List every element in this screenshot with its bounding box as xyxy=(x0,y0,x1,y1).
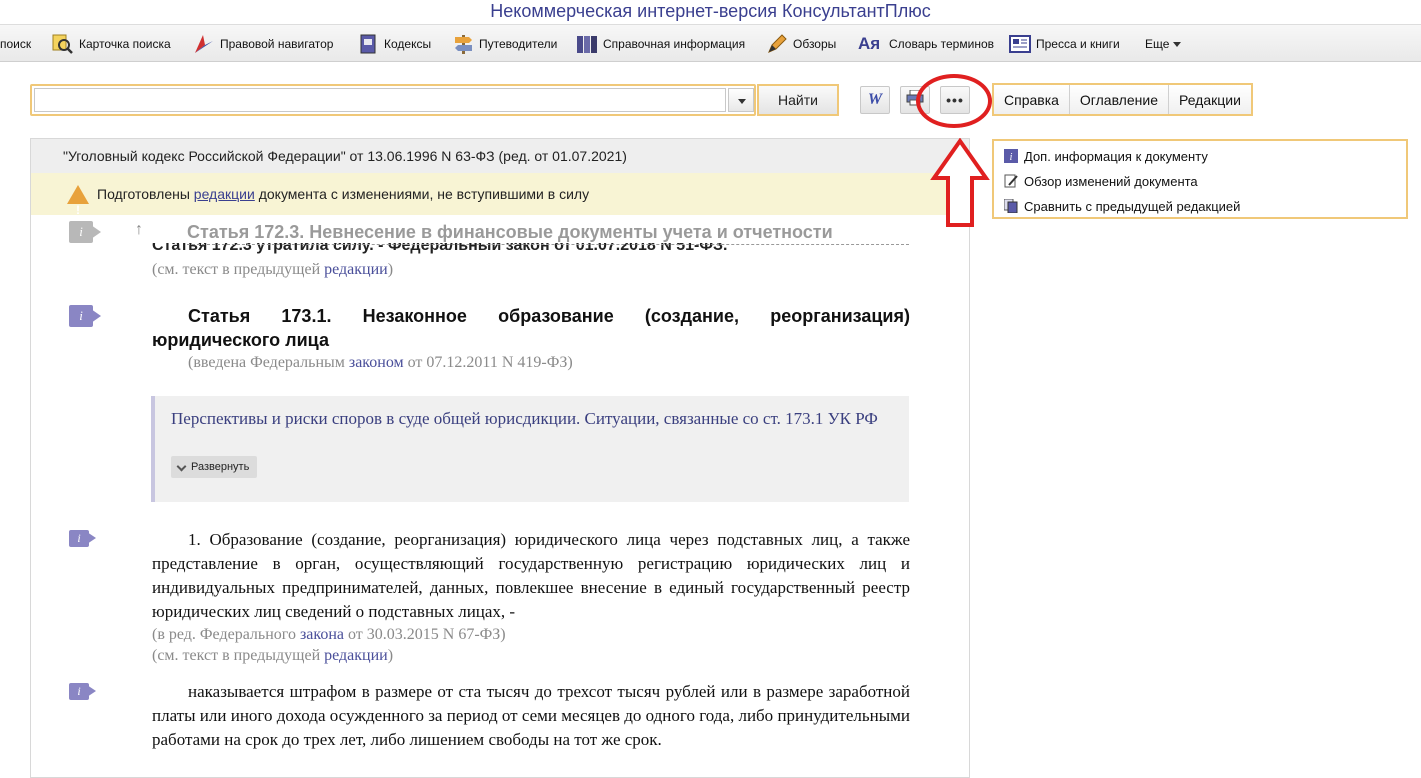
dictionary-icon: Aя xyxy=(858,34,881,53)
info-icon: i xyxy=(1004,149,1018,163)
toolbar-item-label: Еще xyxy=(1145,37,1170,51)
toolbar-item-guides[interactable]: Путеводители xyxy=(452,31,557,57)
see-previous-note-1: (см. текст в предыдущей редакции) xyxy=(152,259,910,280)
toolbar-item-label: Путеводители xyxy=(479,37,558,51)
find-button[interactable]: Найти xyxy=(757,84,839,116)
expand-label: Развернуть xyxy=(191,461,250,473)
reference-books-icon xyxy=(576,33,598,55)
app-title: Некоммерческая интернет-версия Консульта… xyxy=(0,0,1421,22)
toolbar-item-dictionary[interactable]: Aя Словарь терминов xyxy=(858,31,994,57)
document-header: "Уголовный кодекс Российской Федерации" … xyxy=(31,139,969,173)
search-history-dropdown[interactable] xyxy=(728,88,754,112)
more-actions-menu: i Доп. информация к документу Обзор изме… xyxy=(992,139,1408,219)
compare-docs-icon xyxy=(1003,198,1018,214)
codex-book-icon xyxy=(357,33,379,55)
document-view[interactable]: "Уголовный кодекс Российской Федерации" … xyxy=(30,138,970,778)
amending-law-link[interactable]: закона xyxy=(300,626,344,643)
note-text: ) xyxy=(387,647,394,664)
menu-item-label: Доп. информация к документу xyxy=(1024,148,1208,164)
chevron-down-icon xyxy=(177,462,187,472)
annotation-arrow-icon xyxy=(930,138,990,227)
note-text: от 07.12.2011 N 419-ФЗ) xyxy=(403,354,573,371)
note-text: (введена Федеральным xyxy=(188,354,349,371)
toolbar-item-label: поиск xyxy=(0,37,32,51)
toolbar-item-label: Справочная информация xyxy=(603,37,746,51)
toolbar-item-press[interactable]: Пресса и книги xyxy=(1009,31,1120,57)
note-text: от 30.03.2015 N 67-ФЗ) xyxy=(343,626,506,643)
info-marker-article[interactable]: i xyxy=(69,305,101,327)
note-text: (см. текст в предыдущей xyxy=(152,261,325,278)
document-tabs: Справка Оглавление Редакции xyxy=(992,83,1253,116)
toolbar-item-label: Карточка поиска xyxy=(79,37,171,51)
previous-edition-link[interactable]: редакции xyxy=(324,647,388,664)
editions-warning: Подготовлены редакции документа с измене… xyxy=(31,173,969,231)
commentary-link[interactable]: Перспективы и риски споров в суде общей … xyxy=(171,408,893,430)
previous-edition-link[interactable]: редакции xyxy=(324,261,388,278)
paragraph-1: 1. Образование (создание, реорганизация)… xyxy=(152,530,910,621)
scroll-up-arrow-icon[interactable]: ↑ xyxy=(135,221,143,239)
navigator-icon xyxy=(193,33,215,55)
tab-help[interactable]: Справка xyxy=(994,85,1070,114)
toolbar-item-reference[interactable]: Справочная информация xyxy=(576,31,745,57)
warning-text-before: Подготовлены xyxy=(97,186,194,202)
pen-icon xyxy=(766,33,788,55)
toolbar-item-search-card[interactable]: Карточка поиска xyxy=(52,31,171,57)
toolbar-item-search[interactable]: поиск xyxy=(0,31,31,57)
warning-editions-link[interactable]: редакции xyxy=(194,186,255,202)
paragraph-2: наказывается штрафом в размере от ста ты… xyxy=(152,682,910,749)
see-previous-note-2: (см. текст в предыдущей редакции) xyxy=(152,645,910,666)
magnifier-card-icon xyxy=(52,33,74,55)
menu-item-label: Сравнить с предыдущей редакцией xyxy=(1024,198,1241,214)
edit-doc-icon xyxy=(1004,174,1018,188)
menu-item-label: Обзор изменений документа xyxy=(1024,173,1198,189)
toolbar-item-label: Словарь терминов xyxy=(889,37,994,51)
info-marker-paragraph-1[interactable]: i xyxy=(69,530,99,552)
menu-item-compare-edition[interactable]: Сравнить с предыдущей редакцией xyxy=(1003,196,1241,216)
main-toolbar: поиск Карточка поиска Правовой навигатор… xyxy=(0,24,1421,62)
chevron-down-icon xyxy=(1173,41,1182,47)
warning-text-after: документа с изменениями, не вступившими … xyxy=(254,186,590,202)
tab-contents[interactable]: Оглавление xyxy=(1069,85,1169,114)
word-icon: W xyxy=(867,91,883,108)
commentary-block: Перспективы и риски споров в суде общей … xyxy=(151,396,909,502)
tab-editions[interactable]: Редакции xyxy=(1168,85,1251,114)
note-text: (в ред. Федерального xyxy=(152,626,300,643)
warning-icon xyxy=(67,185,89,231)
menu-item-changes-review[interactable]: Обзор изменений документа xyxy=(1004,171,1198,191)
menu-item-doc-info[interactable]: i Доп. информация к документу xyxy=(1004,146,1208,166)
expand-button[interactable]: Развернуть xyxy=(171,456,258,478)
amended-note: (в ред. Федерального закона от 30.03.201… xyxy=(152,624,910,645)
info-marker-paragraph-2[interactable]: i xyxy=(69,683,99,705)
law-link[interactable]: законом xyxy=(349,354,404,371)
toolbar-item-reviews[interactable]: Обзоры xyxy=(766,31,836,57)
export-word-button[interactable]: W xyxy=(860,86,890,114)
annotation-circle xyxy=(916,74,992,128)
info-marker-sticky[interactable]: i xyxy=(69,221,101,243)
toolbar-item-label: Обзоры xyxy=(793,37,837,51)
toolbar-item-label: Кодексы xyxy=(384,37,432,51)
introduced-note: (введена Федеральным законом от 07.12.20… xyxy=(152,352,910,373)
search-box xyxy=(30,84,756,116)
note-text: ) xyxy=(387,261,394,278)
toolbar-item-label: Пресса и книги xyxy=(1036,37,1120,51)
sticky-article-title[interactable]: Статья 172.3. Невнесение в финансовые до… xyxy=(187,221,909,245)
signpost-icon xyxy=(452,33,474,55)
note-text: (см. текст в предыдущей xyxy=(152,647,325,664)
toolbar-item-more[interactable]: Еще xyxy=(1145,31,1182,57)
search-input[interactable] xyxy=(34,88,726,112)
article-title: Статья 173.1. Незаконное образование (со… xyxy=(152,306,910,350)
newspaper-icon xyxy=(1009,33,1031,55)
toolbar-item-legal-navigator[interactable]: Правовой навигатор xyxy=(193,31,333,57)
svg-text:i: i xyxy=(1010,152,1013,163)
toolbar-item-label: Правовой навигатор xyxy=(220,37,334,51)
toolbar-item-codes[interactable]: Кодексы xyxy=(357,31,431,57)
